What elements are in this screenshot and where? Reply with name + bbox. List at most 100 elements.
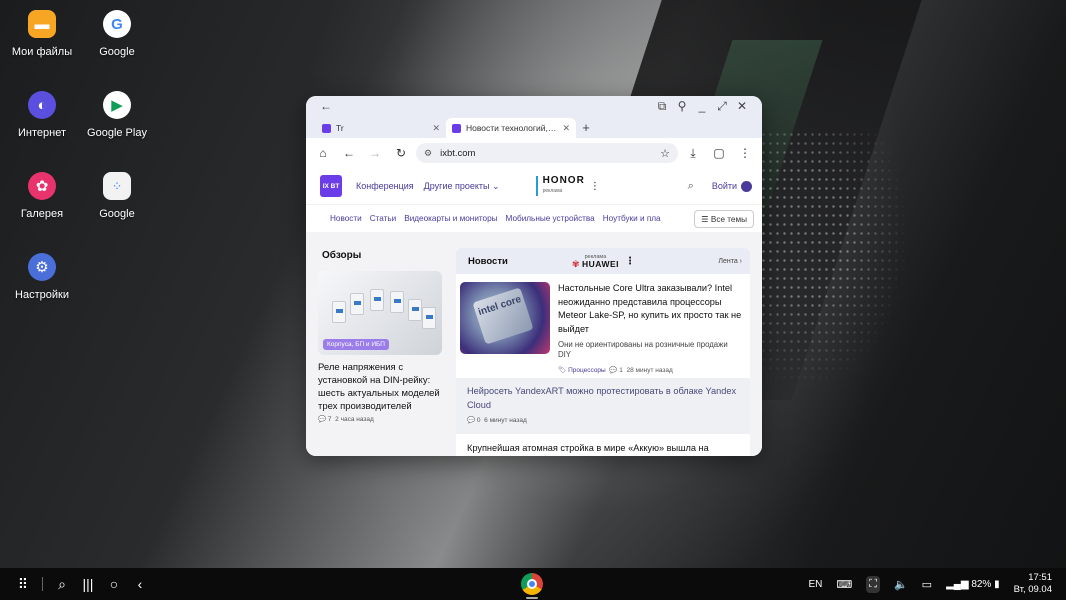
battery-percent: 82% [971, 578, 992, 590]
ad-more-icon[interactable]: ⋮ [625, 256, 635, 267]
tab-news[interactable]: Новости технологий, обзо ✕ [446, 118, 576, 138]
desktop-icon-label: Мои файлы [11, 46, 73, 58]
user-avatar-icon [741, 180, 752, 192]
keyboard-icon[interactable]: ⌨ [836, 578, 852, 591]
bookmark-star-icon[interactable]: ☆ [660, 147, 670, 160]
news-item[interactable]: Нейросеть YandexART можно протестировать… [456, 378, 750, 434]
desktop-icon-google-folder[interactable]: ⁘ Google [75, 172, 159, 220]
desktop-icon-google-play[interactable]: ▶ Google Play [75, 91, 159, 139]
desktop-icon-gallery[interactable]: ✿ Галерея [0, 172, 84, 220]
gallery-icon: ✿ [28, 172, 56, 200]
relay-graphic [350, 293, 364, 315]
home-circle-icon[interactable]: ○ [101, 576, 127, 592]
divider [42, 577, 43, 591]
status-area[interactable]: ▂▄▆ 82% ▮ [946, 579, 1000, 590]
login-link[interactable]: Войти [711, 180, 752, 192]
news-item[interactable]: Крупнейшая атомная стройка в мире «Аккую… [456, 434, 750, 457]
address-bar[interactable]: ⚙ ixbt.com ☆ [416, 143, 678, 163]
news-item[interactable]: intel core Настольные Core Ultra заказыв… [456, 274, 750, 364]
desktop-icon-settings[interactable]: ⚙ Настройки [0, 253, 84, 301]
desktop-icon-label: Настройки [15, 289, 69, 301]
conferences-link[interactable]: Конференция [356, 181, 414, 191]
volume-icon[interactable]: 🔈 [894, 578, 908, 591]
tab-strip: Tr ✕ Новости технологий, обзо ✕ + [306, 116, 762, 138]
desktop-icon-label: Галерея [20, 208, 64, 220]
nav-item-articles[interactable]: Статьи [370, 214, 397, 223]
notification-icon[interactable]: ▭ [922, 578, 932, 591]
search-icon[interactable]: ⌕ [49, 576, 75, 593]
google-folder-icon: ⁘ [103, 172, 131, 200]
all-topics-button[interactable]: ☰ Все темы [694, 209, 754, 228]
home-icon[interactable]: ⌂ [312, 146, 334, 160]
new-tab-button[interactable]: + [576, 118, 596, 138]
ixbt-favicon-icon [452, 123, 461, 133]
honor-ad[interactable]: HONOR реклама [535, 176, 585, 196]
tab-tr[interactable]: Tr ✕ [316, 118, 446, 138]
review-title[interactable]: Реле напряжения с установкой на DIN-рейк… [318, 361, 444, 413]
reload-icon[interactable]: ↻ [390, 146, 412, 160]
close-icon[interactable]: ✕ [732, 99, 752, 113]
all-topics-label: Все темы [710, 214, 747, 224]
taskbar: ⠿ ⌕ ||| ○ ‹ EN ⌨ ⛶ 🔈 ▭ ▂▄▆ 82% ▮ 17:51 В… [0, 568, 1066, 600]
back-chevron-icon[interactable]: ‹ [127, 576, 153, 592]
ad-more-icon[interactable]: ⋮ [590, 181, 600, 192]
login-label: Войти [711, 181, 737, 191]
tag-icon: 🏷 [558, 367, 567, 374]
chrome-icon[interactable] [521, 573, 543, 595]
timestamp: 2 часа назад [335, 416, 374, 423]
huawei-brand: HUAWEI [582, 259, 620, 269]
settings-gear-icon: ⚙ [28, 253, 56, 281]
taskbar-left: ⠿ ⌕ ||| ○ ‹ [0, 576, 153, 593]
clock-date: Вт, 09.04 [1013, 584, 1052, 595]
news-title[interactable]: Крупнейшая атомная стройка в мире «Аккую… [467, 442, 740, 456]
nav-item-gpus[interactable]: Видеокарты и мониторы [404, 214, 497, 223]
timestamp: 6 минут назад [484, 417, 527, 424]
ixbt-logo[interactable]: IX BT [320, 175, 342, 197]
news-subtitle: Они не ориентированы на розничные продаж… [558, 340, 728, 359]
feed-link[interactable]: Лента › [718, 258, 742, 265]
minimize-icon[interactable]: _ [692, 99, 712, 113]
tab-count-icon[interactable]: ▢ [708, 146, 730, 160]
huawei-ad[interactable]: реклама ✾ HUAWEI [572, 254, 620, 269]
search-icon[interactable]: ⌕ [688, 180, 694, 193]
download-icon[interactable]: ⤓ [682, 146, 704, 161]
google-play-icon: ▶ [103, 91, 131, 119]
chevron-down-icon: ⌄ [492, 180, 500, 191]
maximize-icon[interactable]: ⤢ [712, 99, 732, 114]
relay-graphic [370, 289, 384, 311]
desktop-icon-label: Google [99, 46, 135, 58]
back-arrow-icon[interactable]: ← [316, 99, 336, 113]
recents-icon[interactable]: ||| [75, 576, 101, 592]
site-header: IX BT Конференция Другие проекты ⌄ HONOR… [306, 168, 762, 204]
nav-item-laptops[interactable]: Ноутбуки и пла [603, 214, 661, 223]
tab-close-icon[interactable]: ✕ [562, 123, 570, 134]
system-tray: EN ⌨ ⛶ 🔈 ▭ ▂▄▆ 82% ▮ 17:51 Вт, 09.04 [808, 568, 1052, 600]
news-title[interactable]: Настольные Core Ultra заказывали? Intel … [558, 282, 742, 336]
nav-item-mobile[interactable]: Мобильные устройства [506, 214, 595, 223]
menu-dots-icon[interactable]: ⋮ [734, 146, 756, 160]
site-info-icon[interactable]: ⚙ [424, 148, 432, 159]
screen-capture-icon[interactable]: ⛶ [866, 575, 880, 593]
desktop-icon-label: Google [99, 208, 135, 220]
desktop-icon-my-files[interactable]: ▬ Мои файлы [0, 10, 84, 58]
window-mode-icon[interactable]: ⧉ [652, 99, 672, 114]
battery-icon: ▮ [994, 578, 1000, 590]
apps-grid-icon[interactable]: ⠿ [10, 576, 36, 593]
desktop-icon-google[interactable]: G Google [75, 10, 159, 58]
desktop-icon-internet[interactable]: ◐ Интернет [0, 91, 84, 139]
review-image[interactable]: Корпуса, БП и ИБП [318, 271, 442, 355]
back-icon[interactable]: ← [338, 146, 360, 160]
other-projects-link[interactable]: Другие проекты ⌄ [424, 181, 500, 192]
clock[interactable]: 17:51 Вт, 09.04 [1014, 572, 1052, 596]
category-badge[interactable]: Корпуса, БП и ИБП [323, 339, 389, 350]
news-tag[interactable]: Процессоры [568, 367, 606, 374]
reviews-column: Обзоры Корпуса, БП и ИБП Реле напряжения… [318, 244, 444, 423]
news-title[interactable]: Нейросеть YandexART можно протестировать… [467, 385, 740, 412]
relay-graphic [422, 307, 436, 329]
relay-graphic [408, 299, 422, 321]
forward-icon[interactable]: → [364, 146, 386, 160]
pin-icon[interactable]: ⚲ [672, 99, 692, 113]
tab-close-icon[interactable]: ✕ [432, 123, 440, 134]
nav-item-news[interactable]: Новости [330, 214, 362, 223]
language-indicator[interactable]: EN [808, 579, 822, 590]
